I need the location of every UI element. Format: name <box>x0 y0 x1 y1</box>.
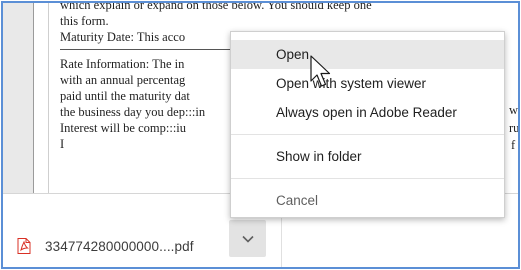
menu-item-open-with-system-viewer[interactable]: Open with system viewer <box>231 69 504 98</box>
chevron-down-icon <box>241 230 254 248</box>
doc-line: which explain or expand on those below. … <box>60 1 372 12</box>
menu-separator <box>231 178 504 179</box>
menu-item-label: Always open in Adobe Reader <box>276 105 457 120</box>
doc-right-fragment: w <box>509 103 519 117</box>
doc-rule <box>60 49 250 50</box>
download-filename: 334774280000000....pdf <box>45 238 194 254</box>
doc-line: this form. <box>60 14 109 28</box>
pdf-icon <box>17 238 31 254</box>
menu-item-label: Show in folder <box>276 149 362 164</box>
doc-right-fragment: ru <box>509 121 520 135</box>
mouse-cursor-icon <box>309 55 335 91</box>
page-margin-line <box>48 3 49 193</box>
menu-item-label: Open <box>276 47 310 62</box>
menu-item-open[interactable]: Open <box>231 40 504 69</box>
menu-item-cancel[interactable]: Cancel <box>231 186 504 215</box>
menu-item-show-in-folder[interactable]: Show in folder <box>231 142 504 171</box>
doc-right-fragment: f <box>511 138 516 152</box>
menu-separator <box>231 134 504 135</box>
menu-item-always-open-in-adobe-reader[interactable]: Always open in Adobe Reader <box>231 98 504 127</box>
menu-item-label: Open with system viewer <box>276 76 427 91</box>
download-context-menu: Open Open with system viewer Always open… <box>230 31 505 218</box>
download-menu-button[interactable] <box>229 220 266 257</box>
menu-item-label: Cancel <box>276 193 319 208</box>
